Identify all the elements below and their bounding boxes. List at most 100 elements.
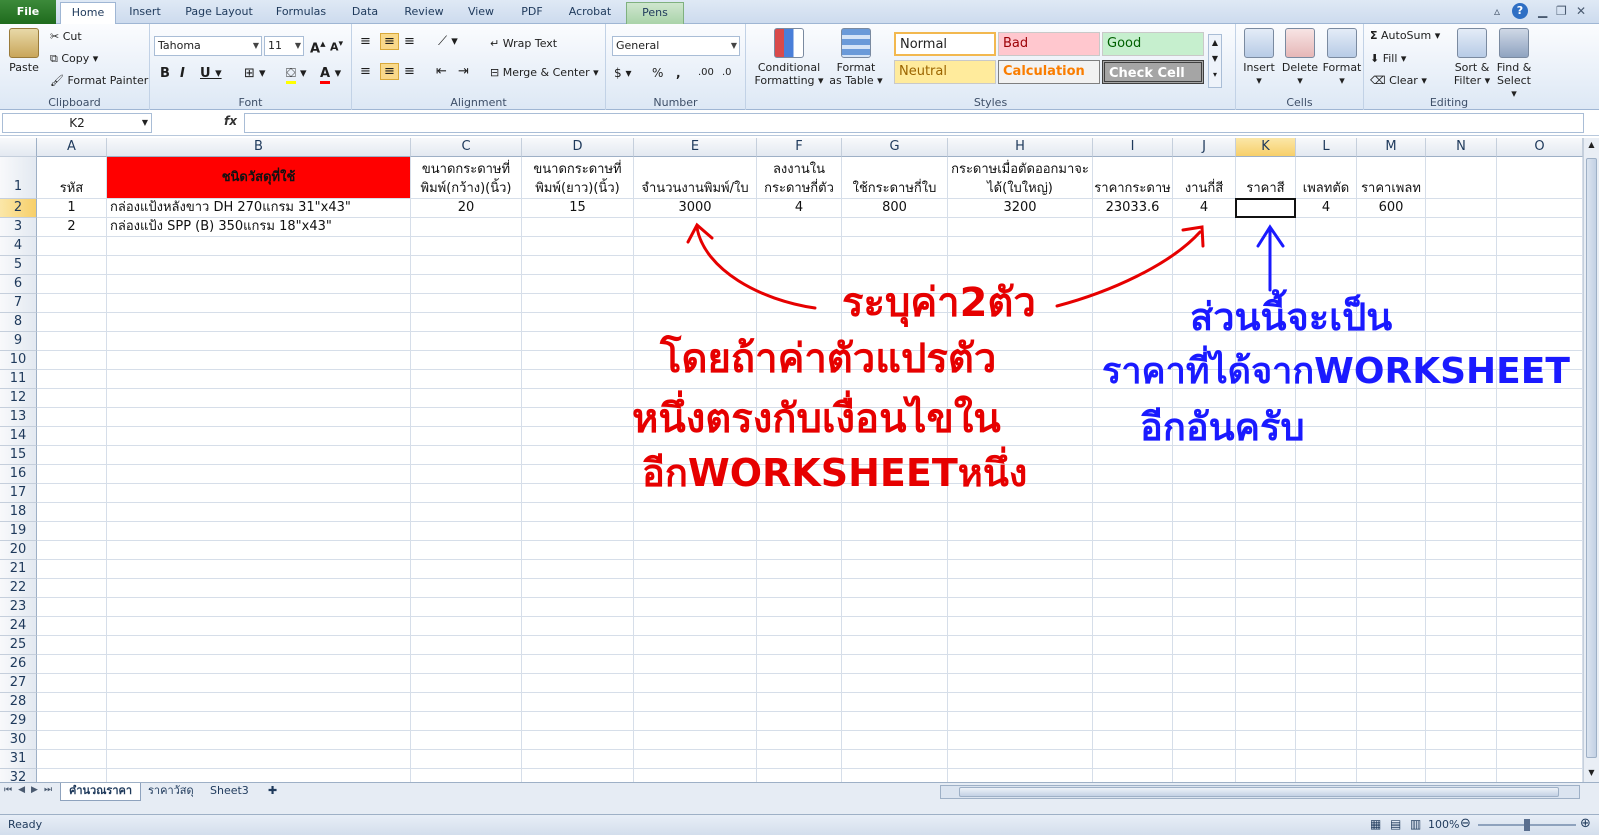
row-header-15[interactable]: 15 — [0, 446, 37, 465]
fill-color-button[interactable]: ⛋ ▾ — [286, 66, 307, 84]
tab-acrobat[interactable]: Acrobat — [560, 2, 620, 24]
paste-button[interactable]: Paste — [6, 28, 42, 74]
cell-E2[interactable]: 3000 — [634, 199, 756, 217]
row-header-22[interactable]: 22 — [0, 579, 37, 598]
autosum-button[interactable]: Σ AutoSum ▾ — [1370, 29, 1440, 42]
sort-filter-button[interactable]: Sort & Filter ▾ — [1452, 28, 1492, 87]
column-header-I[interactable]: I — [1093, 138, 1173, 157]
number-format-select[interactable]: General ▼ — [612, 36, 740, 56]
row-header-5[interactable]: 5 — [0, 256, 37, 275]
accounting-format-button[interactable]: $ ▾ — [614, 66, 631, 80]
cell-H2[interactable]: 3200 — [948, 199, 1092, 217]
delete-cells-button[interactable]: Delete ▾ — [1280, 28, 1320, 87]
scroll-thumb[interactable] — [1586, 158, 1597, 758]
fill-button[interactable]: ⬇ Fill ▾ — [1370, 52, 1406, 65]
row-header-7[interactable]: 7 — [0, 294, 37, 313]
vertical-scrollbar[interactable]: ▲ ▼ — [1583, 138, 1599, 784]
row-header-32[interactable]: 32 — [0, 769, 37, 782]
column-header-G[interactable]: G — [842, 138, 948, 157]
row-header-19[interactable]: 19 — [0, 522, 37, 541]
row-header-13[interactable]: 13 — [0, 408, 37, 427]
column-header-J[interactable]: J — [1173, 138, 1236, 157]
comma-button[interactable]: , — [676, 66, 681, 80]
row-header-10[interactable]: 10 — [0, 351, 37, 370]
format-cells-button[interactable]: Format ▾ — [1322, 28, 1362, 87]
row-header-18[interactable]: 18 — [0, 503, 37, 522]
cell-C1[interactable]: ขนาดกระดาษที่พิมพ์(กว้าง)(นิ้ว) — [411, 157, 521, 198]
row-header-11[interactable]: 11 — [0, 370, 37, 389]
window-close-icon[interactable]: ✕ — [1576, 4, 1586, 18]
italic-button[interactable]: I — [180, 66, 185, 81]
shrink-font-button[interactable]: A▾ — [330, 38, 343, 54]
grow-font-button[interactable]: A▴ — [310, 37, 326, 56]
row-header-20[interactable]: 20 — [0, 541, 37, 560]
tab-review[interactable]: Review — [396, 2, 452, 24]
align-middle-button[interactable]: ≡ — [380, 33, 399, 50]
select-all-corner[interactable] — [0, 138, 37, 157]
cell-I2[interactable]: 23033.6 — [1093, 199, 1172, 217]
tab-pdf[interactable]: PDF — [510, 2, 554, 24]
align-left-button[interactable]: ≡ — [360, 64, 371, 79]
cell-D2[interactable]: 15 — [522, 199, 633, 217]
column-header-M[interactable]: M — [1357, 138, 1426, 157]
h-scroll-thumb[interactable] — [959, 787, 1559, 797]
format-as-table-button[interactable]: Format as Table ▾ — [828, 28, 884, 87]
row-header-29[interactable]: 29 — [0, 712, 37, 731]
increase-decimal-button[interactable]: .00 — [698, 67, 714, 78]
row-header-12[interactable]: 12 — [0, 389, 37, 408]
row-header-14[interactable]: 14 — [0, 427, 37, 446]
column-header-E[interactable]: E — [634, 138, 757, 157]
minimize-ribbon-icon[interactable]: ▵ — [1494, 4, 1500, 18]
cell-A3[interactable]: 2 — [37, 218, 106, 236]
increase-indent-button[interactable]: ⇥ — [458, 64, 469, 79]
cell-L1[interactable]: เพลทตัด — [1296, 157, 1356, 198]
column-header-L[interactable]: L — [1296, 138, 1357, 157]
row-header-3[interactable]: 3 — [0, 218, 37, 237]
insert-sheet-icon[interactable]: ✚ — [260, 783, 285, 801]
tab-file[interactable]: File — [0, 0, 56, 24]
find-select-button[interactable]: Find & Select ▾ — [1494, 28, 1534, 100]
cell-M1[interactable]: ราคาเพลท — [1357, 157, 1425, 198]
style-bad[interactable]: Bad — [998, 32, 1100, 56]
cell-M2[interactable]: 600 — [1357, 199, 1425, 217]
window-minimize-icon[interactable]: ▁ — [1538, 4, 1547, 18]
align-bottom-button[interactable]: ≡ — [404, 34, 415, 49]
tab-insert[interactable]: Insert — [120, 2, 170, 24]
percent-button[interactable]: % — [652, 66, 663, 80]
conditional-formatting-button[interactable]: Conditional Formatting ▾ — [754, 28, 824, 87]
row-header-21[interactable]: 21 — [0, 560, 37, 579]
tab-view[interactable]: View — [458, 2, 504, 24]
cell-F1[interactable]: ลงงานในกระดาษกี่ตัว — [757, 157, 841, 198]
tab-formulas[interactable]: Formulas — [268, 2, 334, 24]
sheet-tab-3[interactable]: Sheet3 — [202, 783, 257, 801]
tab-page-layout[interactable]: Page Layout — [176, 2, 262, 24]
cell-J1[interactable]: งานกี่สี — [1173, 157, 1235, 198]
cell-C2[interactable]: 20 — [411, 199, 521, 217]
style-normal[interactable]: Normal — [894, 32, 996, 56]
insert-cells-button[interactable]: Insert ▾ — [1240, 28, 1278, 87]
cell-F2[interactable]: 4 — [757, 199, 841, 217]
tab-pens[interactable]: Pens — [626, 2, 684, 24]
row-header-8[interactable]: 8 — [0, 313, 37, 332]
cell-G2[interactable]: 800 — [842, 199, 947, 217]
active-cell-selection[interactable] — [1235, 198, 1296, 218]
row-header-23[interactable]: 23 — [0, 598, 37, 617]
view-page-break-icon[interactable]: ▥ — [1410, 817, 1421, 831]
row-header-2[interactable]: 2 — [0, 199, 37, 218]
style-check-cell[interactable]: Check Cell — [1102, 60, 1204, 84]
view-page-layout-icon[interactable]: ▤ — [1390, 817, 1401, 831]
cell-D1[interactable]: ขนาดกระดาษที่พิมพ์(ยาว)(นิ้ว) — [522, 157, 633, 198]
worksheet-grid[interactable]: A B C D E F G H I J K L M N O 1 2 3 4 5 6 7 8 9 10 11 12 13 14 15 16 17… — [0, 138, 1583, 782]
row-header-25[interactable]: 25 — [0, 636, 37, 655]
cell-A1[interactable]: รหัส — [37, 157, 106, 198]
format-painter-button[interactable]: 🖌 Format Painter — [50, 74, 148, 87]
underline-button[interactable]: U ▾ — [200, 66, 222, 81]
row-header-27[interactable]: 27 — [0, 674, 37, 693]
cell-B2[interactable]: กล่องแป้งหลังขาว DH 270แกรม 31"x43" — [107, 199, 410, 217]
font-size-select[interactable]: 11 ▼ — [264, 36, 304, 56]
scroll-up-icon[interactable]: ▲ — [1586, 140, 1597, 154]
row-header-28[interactable]: 28 — [0, 693, 37, 712]
cell-A2[interactable]: 1 — [37, 199, 106, 217]
formula-input[interactable] — [244, 113, 1584, 133]
row-header-30[interactable]: 30 — [0, 731, 37, 750]
